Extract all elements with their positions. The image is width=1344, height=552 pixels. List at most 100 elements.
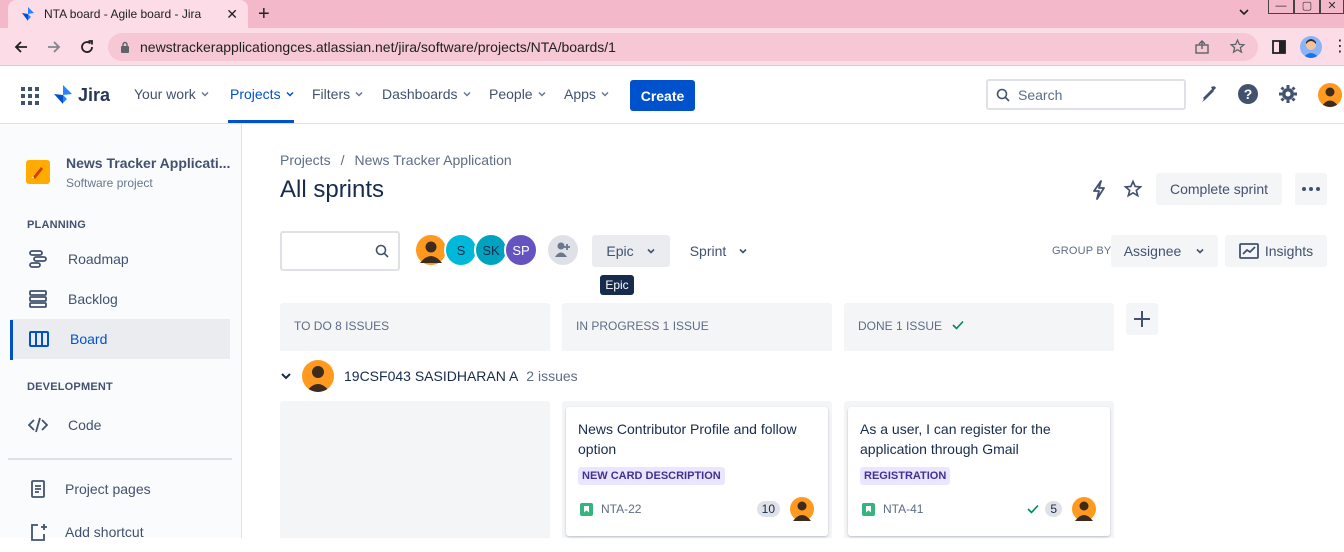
nav-people[interactable]: People bbox=[489, 86, 547, 102]
nav-label: Dashboards bbox=[382, 86, 458, 102]
tab-search-icon[interactable] bbox=[1238, 6, 1250, 18]
more-icon bbox=[1302, 187, 1320, 191]
address-bar[interactable]: newstrackerapplicationgces.atlassian.net… bbox=[108, 33, 1258, 61]
star-icon[interactable] bbox=[1123, 179, 1143, 199]
issue-key[interactable]: NTA-41 bbox=[883, 502, 1027, 516]
create-button[interactable]: Create bbox=[630, 80, 695, 111]
browser-tab-bar: NTA board - Agile board - Jira ✕ + — ▢ ✕ bbox=[0, 0, 1344, 28]
group-by-select[interactable]: Assignee bbox=[1111, 235, 1218, 267]
nav-your-work[interactable]: Your work bbox=[134, 86, 210, 102]
assignee-filter-avatar[interactable]: SK bbox=[474, 233, 508, 267]
chevron-down-icon bbox=[1195, 246, 1205, 256]
reload-icon[interactable] bbox=[77, 37, 97, 57]
development-heading: DEVELOPMENT bbox=[27, 381, 113, 393]
nav-label: People bbox=[489, 86, 533, 102]
nav-label: Your work bbox=[134, 86, 196, 102]
issue-card[interactable]: News Contributor Profile and follow opti… bbox=[566, 407, 828, 536]
assignee-filter-avatar[interactable]: SP bbox=[504, 233, 538, 267]
user-avatar[interactable] bbox=[1318, 83, 1342, 107]
app-switcher-icon[interactable] bbox=[21, 87, 39, 105]
swimlane-name: 19CSF043 SASIDHARAN A bbox=[344, 368, 519, 384]
page-icon bbox=[30, 479, 46, 499]
complete-sprint-button[interactable]: Complete sprint bbox=[1156, 173, 1282, 205]
minimize-icon[interactable]: — bbox=[1268, 0, 1294, 14]
project-name[interactable]: News Tracker Applicati... bbox=[66, 155, 230, 171]
sidebar-item-board[interactable]: Board bbox=[10, 319, 230, 359]
nav-apps[interactable]: Apps bbox=[564, 86, 610, 102]
add-people-icon[interactable] bbox=[546, 233, 580, 267]
issue-card[interactable]: As a user, I can register for the applic… bbox=[848, 407, 1110, 536]
nav-projects[interactable]: Projects bbox=[230, 86, 295, 102]
sidebar-item-add-shortcut[interactable]: Add shortcut bbox=[10, 512, 230, 552]
nav-filters[interactable]: Filters bbox=[312, 86, 364, 102]
insights-button[interactable]: Insights bbox=[1225, 235, 1327, 267]
nav-label: Filters bbox=[312, 86, 351, 102]
chevron-down-icon bbox=[354, 89, 364, 99]
forward-icon[interactable] bbox=[44, 37, 64, 57]
close-window-icon[interactable]: ✕ bbox=[1320, 0, 1344, 14]
issue-summary: As a user, I can register for the applic… bbox=[860, 421, 1051, 457]
swimlane-header[interactable]: 19CSF043 SASIDHARAN A 2 issues bbox=[280, 359, 578, 393]
browser-profile-avatar[interactable] bbox=[1300, 36, 1322, 58]
breadcrumb-project[interactable]: News Tracker Application bbox=[354, 152, 511, 168]
sprint-filter-label: Sprint bbox=[689, 243, 727, 259]
assignee-filter-avatar[interactable]: S bbox=[444, 233, 478, 267]
sidebar-item-project-pages[interactable]: Project pages bbox=[10, 469, 230, 509]
insights-label: Insights bbox=[1264, 243, 1314, 259]
insights-chart-icon bbox=[1238, 243, 1259, 259]
project-avatar bbox=[26, 160, 50, 184]
column-body-todo bbox=[280, 401, 550, 538]
assignee-filter-avatar[interactable] bbox=[414, 233, 448, 267]
page-title: All sprints bbox=[280, 176, 385, 203]
issue-key[interactable]: NTA-22 bbox=[601, 502, 757, 516]
help-icon[interactable]: ? bbox=[1238, 84, 1258, 104]
active-item-indicator bbox=[10, 320, 13, 360]
more-actions-button[interactable] bbox=[1295, 173, 1327, 205]
global-search-input[interactable]: Search bbox=[986, 79, 1186, 110]
notifications-icon[interactable] bbox=[1199, 84, 1219, 104]
sidepanel-icon[interactable] bbox=[1272, 40, 1286, 54]
project-sidebar: News Tracker Applicati... Software proje… bbox=[0, 124, 242, 541]
column-title: IN PROGRESS 1 ISSUE bbox=[576, 319, 709, 333]
bookmark-star-icon[interactable] bbox=[1229, 38, 1246, 55]
new-tab-icon[interactable]: + bbox=[258, 4, 270, 24]
assignee-avatar[interactable] bbox=[1072, 497, 1096, 521]
chevron-down-icon bbox=[200, 89, 210, 99]
browser-tab[interactable]: NTA board - Agile board - Jira ✕ bbox=[8, 0, 248, 28]
plus-icon bbox=[1133, 310, 1151, 328]
lock-icon bbox=[120, 41, 130, 53]
browser-menu-icon[interactable]: ⋮ bbox=[1332, 39, 1344, 55]
tab-close-icon[interactable]: ✕ bbox=[226, 6, 238, 23]
sidebar-item-roadmap[interactable]: Roadmap bbox=[10, 239, 230, 279]
nav-dashboards[interactable]: Dashboards bbox=[382, 86, 472, 102]
sidebar-item-label: Code bbox=[68, 417, 102, 433]
epic-lozenge: REGISTRATION bbox=[860, 467, 951, 485]
column-header-done: DONE 1 ISSUE bbox=[844, 303, 1114, 351]
settings-gear-icon[interactable] bbox=[1278, 84, 1298, 104]
add-column-button[interactable] bbox=[1126, 303, 1158, 335]
back-icon[interactable] bbox=[11, 37, 31, 57]
issue-summary: News Contributor Profile and follow opti… bbox=[578, 421, 797, 457]
browser-toolbar: newstrackerapplicationgces.atlassian.net… bbox=[0, 28, 1344, 66]
sidebar-divider bbox=[8, 458, 232, 460]
board-search-input[interactable] bbox=[280, 231, 400, 271]
nav-label: Apps bbox=[564, 86, 596, 102]
chevron-down-icon bbox=[600, 89, 610, 99]
epic-filter-button[interactable]: Epic bbox=[592, 235, 670, 267]
sidebar-item-label: Project pages bbox=[65, 481, 151, 497]
jira-logo[interactable]: Jira bbox=[52, 84, 110, 106]
sprint-filter-button[interactable]: Sprint bbox=[683, 235, 755, 267]
sidebar-item-backlog[interactable]: Backlog bbox=[10, 279, 230, 319]
sidebar-item-code[interactable]: Code bbox=[10, 405, 230, 445]
share-icon[interactable] bbox=[1194, 39, 1210, 55]
sidebar-item-label: Backlog bbox=[68, 291, 118, 307]
jira-favicon-icon bbox=[20, 6, 36, 22]
breadcrumb-projects[interactable]: Projects bbox=[280, 152, 331, 168]
board-icon bbox=[28, 329, 50, 349]
chevron-down-icon[interactable] bbox=[280, 370, 292, 382]
chevron-down-icon bbox=[462, 89, 472, 99]
maximize-icon[interactable]: ▢ bbox=[1294, 0, 1320, 14]
assignee-avatar[interactable] bbox=[790, 497, 814, 521]
automation-bolt-icon[interactable] bbox=[1090, 180, 1108, 200]
story-type-icon bbox=[862, 502, 875, 516]
